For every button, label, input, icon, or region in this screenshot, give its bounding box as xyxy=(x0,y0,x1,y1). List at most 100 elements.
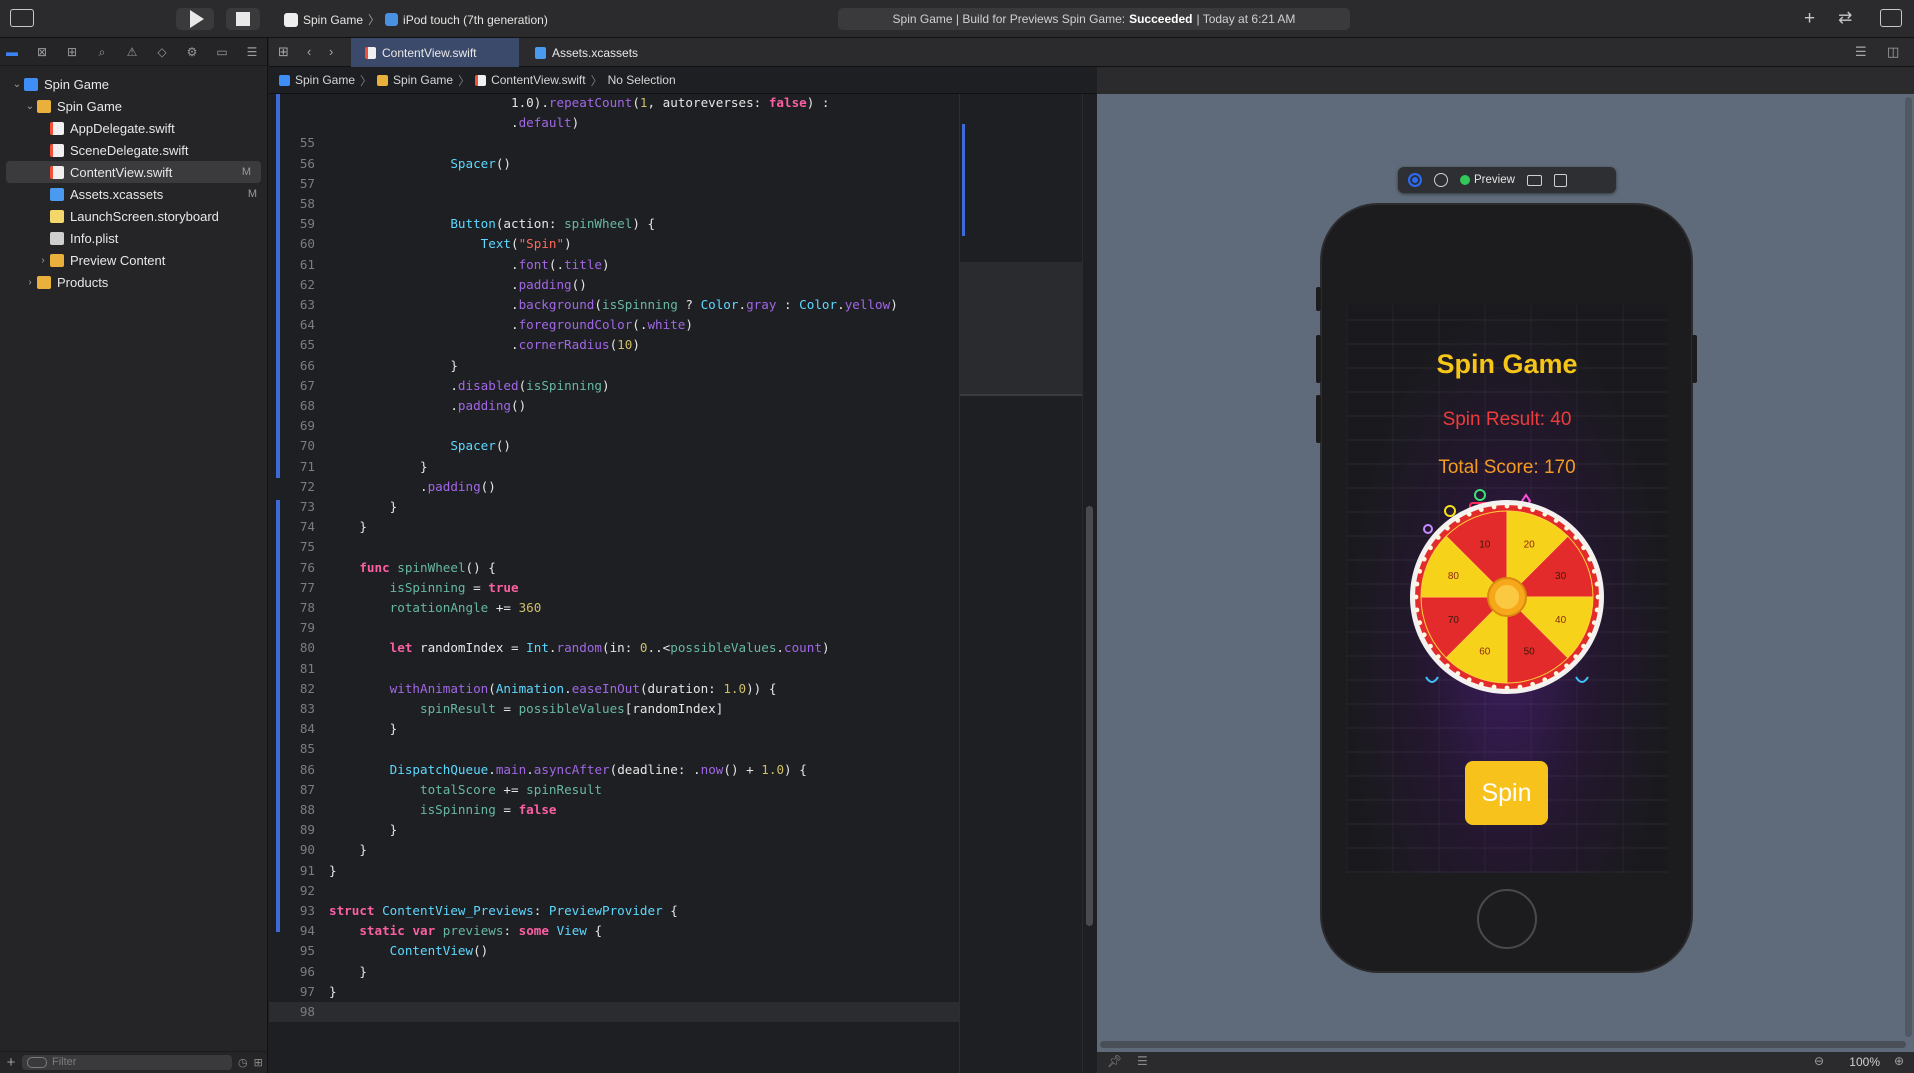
code-line[interactable]: 96 } xyxy=(269,962,959,982)
spin-button[interactable]: Spin xyxy=(1465,761,1548,825)
pin-icon[interactable]: 📌︎ xyxy=(1107,1054,1122,1068)
code-line[interactable]: 60 Text("Spin") xyxy=(269,234,959,254)
code-line[interactable]: 81 xyxy=(269,659,959,679)
jumpbar-item[interactable]: Spin Game xyxy=(393,73,453,87)
recent-files-icon[interactable]: ◷ xyxy=(238,1056,248,1069)
code-line[interactable]: 55 xyxy=(269,133,959,153)
code-line[interactable]: .default) xyxy=(269,113,959,133)
scrollbar-thumb[interactable] xyxy=(1086,506,1093,926)
report-icon[interactable]: ☰ xyxy=(246,46,258,58)
zoom-in-icon[interactable]: ⊕ xyxy=(1894,1054,1904,1068)
test-icon[interactable]: ◇ xyxy=(156,46,168,58)
code-line[interactable]: 88 isSpinning = false xyxy=(269,800,959,820)
navigator-item[interactable]: › Products xyxy=(0,271,267,293)
minimap[interactable] xyxy=(959,94,1083,1073)
zoom-out-icon[interactable]: ⊖ xyxy=(1814,1054,1824,1068)
stop-button[interactable] xyxy=(226,8,260,30)
forward-icon[interactable]: › xyxy=(329,44,333,59)
add-icon[interactable]: + xyxy=(1804,8,1815,30)
chevron-down-icon[interactable]: ⌄ xyxy=(10,79,24,90)
code-line[interactable]: 70 Spacer() xyxy=(269,436,959,456)
code-line[interactable]: 97} xyxy=(269,982,959,1002)
code-line[interactable]: 93 struct ContentView_Previews: PreviewPr… xyxy=(269,901,959,921)
code-line[interactable]: 63 .background(isSpinning ? Color.gray :… xyxy=(269,295,959,315)
editor-options-icon[interactable]: ☰ xyxy=(1855,44,1867,60)
code-line[interactable]: 80 let randomIndex = Int.random(in: 0..<… xyxy=(269,638,959,658)
code-line[interactable]: 1.0).repeatCount(1, autoreverses: false)… xyxy=(269,94,959,113)
code-line[interactable]: 73 } xyxy=(269,497,959,517)
canvas-vertical-scrollbar[interactable] xyxy=(1905,97,1912,1037)
inspector-toggle-icon[interactable] xyxy=(1880,9,1902,27)
code-line[interactable]: 78 rotationAngle += 360 xyxy=(269,598,959,618)
folder-icon[interactable]: ▬ xyxy=(6,46,18,58)
code-line[interactable]: 62 .padding() xyxy=(269,275,959,295)
code-line[interactable]: 82 withAnimation(Animation.easeInOut(dur… xyxy=(269,679,959,699)
code-line[interactable]: 57 xyxy=(269,174,959,194)
symbol-icon[interactable]: ⊞ xyxy=(66,46,78,58)
list-icon[interactable]: ☰ xyxy=(1137,1054,1148,1068)
navigator-item[interactable]: ContentView.swift M xyxy=(6,161,261,183)
code-line[interactable]: 77 isSpinning = true xyxy=(269,578,959,598)
jumpbar-item[interactable]: No Selection xyxy=(608,73,676,87)
code-line[interactable]: 95 ContentView() xyxy=(269,941,959,961)
add-file-icon[interactable]: + xyxy=(0,1054,22,1071)
code-line[interactable]: 61 .font(.title) xyxy=(269,255,959,275)
filter-options-icon[interactable]: ⊞ xyxy=(254,1056,263,1069)
code-line[interactable]: 65 .cornerRadius(10) xyxy=(269,335,959,355)
preview-mode-button[interactable]: Preview xyxy=(1460,174,1515,186)
chevron-down-icon[interactable]: ⌄ xyxy=(23,101,37,112)
code-line[interactable]: 89 } xyxy=(269,820,959,840)
code-line[interactable]: 67 .disabled(isSpinning) xyxy=(269,376,959,396)
grid-icon[interactable]: ⊞ xyxy=(278,44,289,60)
chevron-right-icon[interactable]: › xyxy=(36,255,50,266)
code-line[interactable]: 86 DispatchQueue.main.asyncAfter(deadlin… xyxy=(269,760,959,780)
code-line[interactable]: 91} xyxy=(269,861,959,881)
split-editor-icon[interactable]: ◫ xyxy=(1887,44,1899,60)
code-line[interactable]: 83 spinResult = possibleValues[randomInd… xyxy=(269,699,959,719)
inspect-icon[interactable] xyxy=(1434,173,1448,187)
home-button[interactable] xyxy=(1477,889,1537,949)
code-line[interactable]: 79 xyxy=(269,618,959,638)
navigator-item[interactable]: ⌄ Spin Game xyxy=(0,73,267,95)
navigator-item[interactable]: AppDelegate.swift xyxy=(0,117,267,139)
code-line[interactable]: 90 } xyxy=(269,840,959,860)
debug-icon[interactable]: ⚙ xyxy=(186,46,198,58)
code-line[interactable]: 68 .padding() xyxy=(269,396,959,416)
scheme-selector[interactable]: Spin Game 〉 iPod touch (7th generation) xyxy=(284,11,548,28)
sidebar-toggle-icon[interactable] xyxy=(10,9,34,27)
editor-scrollbar[interactable] xyxy=(1082,94,1096,1073)
code-line[interactable]: 69 xyxy=(269,416,959,436)
code-line[interactable]: 64 .foregroundColor(.white) xyxy=(269,315,959,335)
jumpbar-item[interactable]: Spin Game xyxy=(295,73,355,87)
navigator-item[interactable]: Assets.xcassets M xyxy=(0,183,267,205)
navigator-item[interactable]: Info.plist xyxy=(0,227,267,249)
navigator-item[interactable]: ⌄ Spin Game xyxy=(0,95,267,117)
tab-assets[interactable]: Assets.xcassets xyxy=(521,38,652,67)
code-line[interactable]: 66 } xyxy=(269,356,959,376)
code-line[interactable]: 71 } xyxy=(269,457,959,477)
tab-contentview[interactable]: ContentView.swift xyxy=(351,38,519,67)
zoom-level[interactable]: 100% xyxy=(1849,1055,1880,1069)
code-line[interactable]: 92 xyxy=(269,881,959,901)
warning-icon[interactable]: ⚠ xyxy=(126,46,138,58)
find-icon[interactable]: ⌕ xyxy=(96,46,108,58)
code-editor[interactable]: 1.0).repeatCount(1, autoreverses: false)… xyxy=(269,94,959,1073)
code-line[interactable]: 74 } xyxy=(269,517,959,537)
code-line[interactable]: 98 xyxy=(269,1002,959,1022)
code-line[interactable]: 59 Button(action: spinWheel) { xyxy=(269,214,959,234)
source-control-icon[interactable]: ⊠ xyxy=(36,46,48,58)
code-line[interactable]: 56 Spacer() xyxy=(269,154,959,174)
navigator-item[interactable]: › Preview Content xyxy=(0,249,267,271)
code-line[interactable]: 75 xyxy=(269,537,959,557)
jumpbar-item[interactable]: ContentView.swift xyxy=(491,73,586,87)
code-line[interactable]: 87 totalScore += spinResult xyxy=(269,780,959,800)
code-line[interactable]: 84 } xyxy=(269,719,959,739)
navigator-item[interactable]: LaunchScreen.storyboard xyxy=(0,205,267,227)
live-preview-icon[interactable] xyxy=(1408,173,1422,187)
swap-icon[interactable]: ⇄ xyxy=(1838,8,1852,28)
back-icon[interactable]: ‹ xyxy=(307,44,311,59)
navigator-item[interactable]: SceneDelegate.swift xyxy=(0,139,267,161)
code-line[interactable]: 76 func spinWheel() { xyxy=(269,558,959,578)
chevron-right-icon[interactable]: › xyxy=(23,277,37,288)
duplicate-preview-icon[interactable] xyxy=(1553,173,1567,187)
